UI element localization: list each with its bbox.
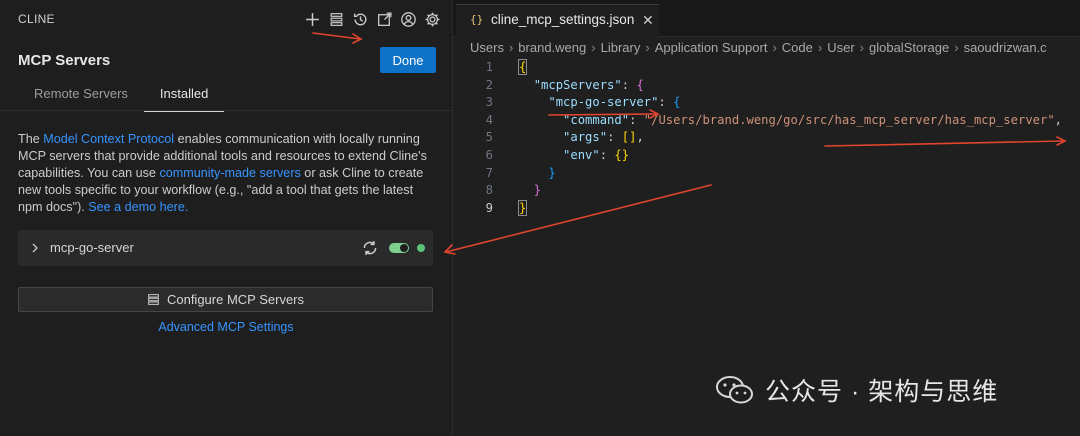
chevron-right-icon: › — [772, 40, 777, 55]
configure-label: Configure MCP Servers — [166, 292, 305, 307]
line-number: 4 — [485, 112, 493, 127]
json-key: "mcpServers" — [533, 77, 622, 92]
server-name: mcp-go-server — [50, 240, 134, 255]
json-key: "command" — [563, 112, 630, 127]
chevron-right-icon: › — [859, 40, 864, 55]
tab-remote-servers[interactable]: Remote Servers — [18, 82, 144, 110]
server-tabs: Remote Servers Installed — [18, 82, 225, 112]
line-number: 5 — [485, 130, 493, 145]
gear-icon[interactable] — [422, 9, 442, 29]
json-key: "args" — [563, 130, 608, 145]
line-number: 7 — [485, 165, 493, 180]
plus-icon[interactable] — [302, 9, 322, 29]
server-enable-toggle[interactable] — [389, 243, 409, 253]
line-number: 9 — [485, 200, 493, 215]
breadcrumb-item[interactable]: Application Support — [655, 40, 768, 55]
app-title: CLINE — [18, 12, 55, 26]
breadcrumb-item[interactable]: saoudrizwan.c — [964, 40, 1047, 55]
cline-panel: CLINE MCP Servers Done Remote Servers In… — [0, 0, 453, 436]
stack-icon[interactable] — [326, 9, 346, 29]
model-context-protocol-link[interactable]: Model Context Protocol — [43, 132, 174, 146]
mcp-description: The Model Context Protocol enables commu… — [18, 131, 436, 216]
chevron-right-icon[interactable] — [30, 241, 40, 255]
watermark-text: 公众号 · 架构与思维 — [765, 378, 999, 406]
server-status-dot — [417, 244, 425, 252]
breadcrumb-item[interactable]: User — [827, 40, 854, 55]
breadcrumb-item[interactable]: Users — [470, 40, 504, 55]
json-key: "mcp-go-server" — [548, 95, 659, 110]
json-key: "env" — [563, 147, 600, 162]
header-toolbar — [302, 9, 442, 29]
watermark: 公众号 · 架构与思维 — [715, 372, 998, 408]
demo-link[interactable]: See a demo here. — [88, 200, 188, 214]
chevron-right-icon: › — [591, 40, 596, 55]
line-number: 3 — [485, 95, 493, 110]
breadcrumb: Users › brand.weng › Library › Application Sup… — [470, 40, 1047, 55]
done-button[interactable]: Done — [380, 47, 436, 73]
tab-installed[interactable]: Installed — [143, 82, 225, 112]
panel-header: CLINE — [0, 0, 452, 38]
line-number: 8 — [485, 183, 493, 198]
page-title: MCP Servers — [18, 52, 111, 69]
stack-icon — [148, 294, 159, 305]
configure-mcp-servers-button[interactable]: Configure MCP Servers — [18, 287, 433, 312]
editor-panel: {} cline_mcp_settings.json ✕ Users › brand… — [453, 0, 1080, 436]
close-icon[interactable]: ✕ — [642, 12, 654, 29]
breadcrumb-item[interactable]: brand.weng — [518, 40, 586, 55]
breadcrumb-item[interactable]: Code — [782, 40, 813, 55]
divider — [0, 110, 452, 111]
chevron-right-icon: › — [508, 40, 514, 55]
chevron-right-icon: › — [817, 40, 823, 55]
community-servers-link[interactable]: community-made servers — [159, 166, 300, 180]
server-row[interactable]: mcp-go-server — [18, 230, 433, 266]
advanced-mcp-settings-link[interactable]: Advanced MCP Settings — [0, 320, 452, 334]
editor-tab-label: cline_mcp_settings.json — [491, 12, 635, 27]
breadcrumb-item[interactable]: Library — [601, 40, 641, 55]
wechat-icon — [716, 376, 753, 404]
account-icon[interactable] — [398, 9, 418, 29]
breadcrumb-item[interactable]: globalStorage — [869, 40, 949, 55]
refresh-icon[interactable] — [361, 239, 379, 257]
chevron-right-icon: › — [954, 40, 959, 55]
toggle-knob — [400, 244, 408, 252]
desc-text-1: The — [18, 132, 44, 146]
chevron-right-icon: › — [645, 40, 650, 55]
json-file-icon: {} — [470, 13, 484, 26]
external-link-icon[interactable] — [374, 9, 394, 29]
line-number: 2 — [485, 77, 493, 92]
line-number: 1 — [485, 60, 493, 74]
history-icon[interactable] — [350, 9, 370, 29]
editor-tab-bar: {} cline_mcp_settings.json ✕ — [453, 0, 1080, 37]
line-number: 6 — [485, 147, 493, 162]
json-string: "/Users/brand.weng/go/src/has_mcp_server… — [643, 112, 1055, 127]
editor-tab[interactable]: {} cline_mcp_settings.json ✕ — [456, 4, 659, 37]
